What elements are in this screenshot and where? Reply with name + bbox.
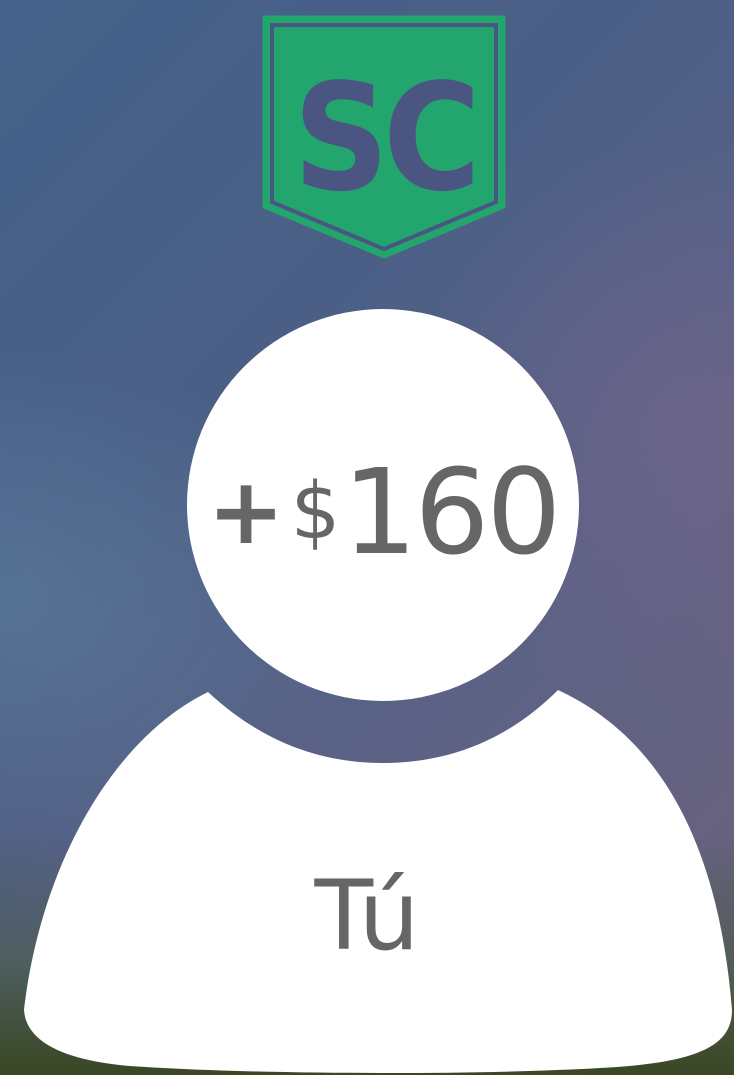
amount-currency: $ (290, 467, 341, 557)
amount-value: 160 (342, 443, 561, 581)
avatar-head: + $ 160 (187, 309, 579, 701)
user-name-label: Tú (314, 860, 420, 972)
reward-amount: + $ 160 (207, 443, 562, 581)
amount-sign: + (207, 458, 285, 565)
reward-screen: SC + $ 160 Tú (0, 0, 734, 1075)
